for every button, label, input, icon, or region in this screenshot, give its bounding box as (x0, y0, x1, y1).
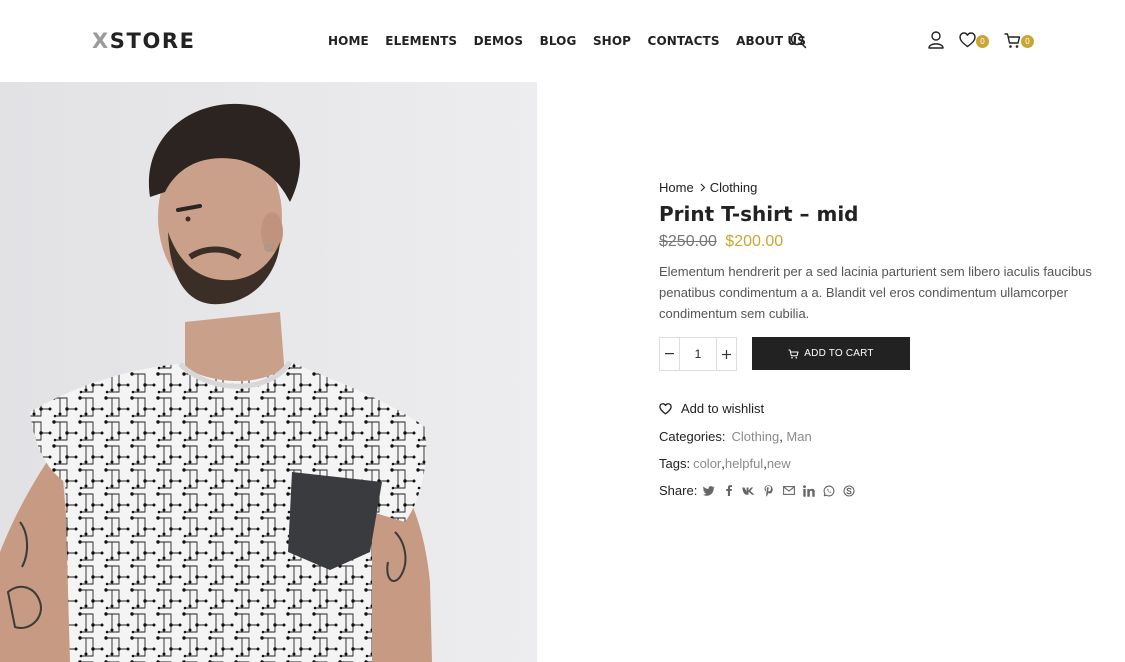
whatsapp-icon[interactable] (822, 484, 835, 497)
share-icons (702, 484, 862, 497)
wishlist-icon[interactable] (959, 32, 976, 53)
account-icon[interactable] (928, 31, 944, 54)
heart-icon (659, 402, 672, 415)
main-nav: HOME ELEMENTS DEMOS BLOG SHOP CONTACTS A… (328, 31, 823, 51)
cart-count-badge: 0 (1021, 35, 1034, 48)
quantity-stepper (659, 337, 737, 371)
wishlist-count-badge: 0 (976, 35, 989, 48)
minus-icon (665, 353, 674, 355)
nav-item-elements[interactable]: ELEMENTS (385, 34, 457, 48)
product-share: Share: (659, 483, 862, 498)
nav-item-home[interactable]: HOME (328, 34, 369, 48)
product-description: Elementum hendrerit per a sed lacinia pa… (659, 264, 1092, 321)
category-link-clothing[interactable]: Clothing (731, 429, 779, 444)
search-icon[interactable] (790, 32, 807, 49)
nav-item-contacts[interactable]: CONTACTS (648, 34, 720, 48)
nav-item-demos[interactable]: DEMOS (474, 34, 523, 48)
chevron-right-icon (700, 183, 705, 192)
tag-link-new[interactable]: new (767, 456, 791, 471)
tags-label: Tags: (659, 456, 691, 471)
plus-icon (722, 349, 731, 359)
breadcrumb-clothing[interactable]: Clothing (710, 180, 758, 195)
add-to-cart-button[interactable]: ADD TO CART (752, 337, 910, 370)
categories-label: Categories: (659, 429, 726, 444)
sale-price: $200.00 (725, 233, 784, 250)
product-tags: Tags: color, helpful, new (659, 456, 791, 471)
cart-icon (788, 349, 799, 359)
nav-item-shop[interactable]: SHOP (593, 34, 631, 48)
product-title: Print T-shirt – mid (659, 202, 859, 226)
product-price: $250.00 $200.00 (659, 233, 783, 251)
quantity-input[interactable] (680, 338, 716, 370)
add-to-cart-label: ADD TO CART (804, 348, 874, 359)
product-photo-illustration (0, 82, 537, 662)
quantity-decrease-button[interactable] (660, 338, 680, 370)
linkedin-icon[interactable] (802, 484, 815, 497)
vk-icon[interactable] (742, 484, 755, 497)
breadcrumb: Home Clothing (659, 180, 757, 195)
nav-item-blog[interactable]: BLOG (540, 34, 577, 48)
site-logo[interactable]: XSTORE (92, 28, 196, 54)
tag-link-color[interactable]: color (693, 456, 721, 471)
email-icon[interactable] (782, 484, 795, 497)
facebook-icon[interactable] (722, 484, 735, 497)
twitter-icon[interactable] (702, 484, 715, 497)
quantity-increase-button[interactable] (716, 338, 736, 370)
product-categories: Categories: Clothing, Man (659, 429, 812, 444)
old-price: $250.00 (659, 233, 717, 250)
add-to-wishlist-link[interactable]: Add to wishlist (659, 401, 764, 416)
tag-link-helpful[interactable]: helpful (725, 456, 763, 471)
wishlist-label: Add to wishlist (681, 401, 765, 416)
skype-icon[interactable] (842, 484, 855, 497)
pinterest-icon[interactable] (762, 484, 775, 497)
product-image[interactable] (0, 82, 537, 662)
share-label: Share: (659, 483, 698, 498)
category-link-man[interactable]: Man (786, 429, 811, 444)
site-header: XSTORE HOME ELEMENTS DEMOS BLOG SHOP CON… (0, 0, 1125, 82)
breadcrumb-home[interactable]: Home (659, 180, 694, 195)
cart-icon[interactable] (1004, 32, 1021, 54)
